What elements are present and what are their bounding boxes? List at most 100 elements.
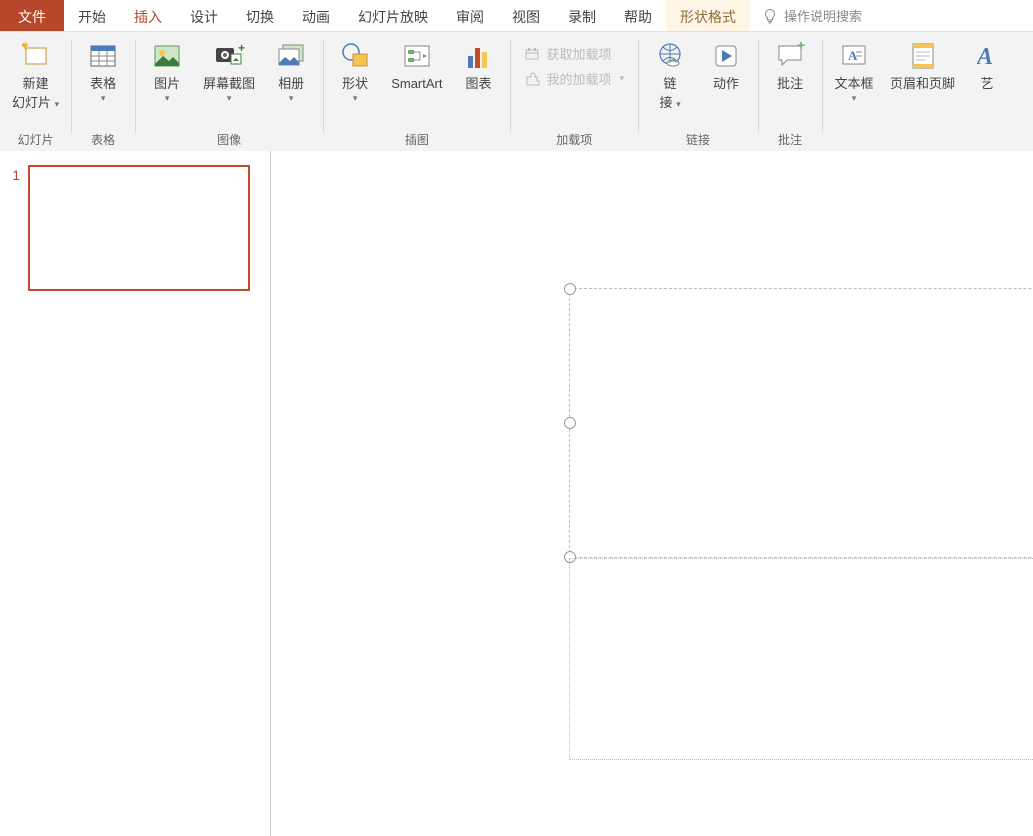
tab-design[interactable]: 设计 — [176, 0, 232, 31]
shapes-button[interactable]: 形状 ▾ — [333, 38, 377, 104]
svg-text:+: + — [797, 40, 805, 53]
screenshot-button[interactable]: + 屏幕截图 ▾ — [201, 38, 257, 104]
group-tables-label: 表格 — [81, 129, 125, 152]
album-caret-icon: ▾ — [289, 93, 294, 104]
new-slide-icon — [20, 40, 52, 72]
group-illustrations-label: 插图 — [333, 129, 500, 152]
screenshot-label: 屏幕截图 — [203, 76, 255, 91]
comment-button[interactable]: + 批注 — [768, 38, 812, 91]
main-area: 1 单击此 — [0, 151, 1033, 836]
link-label-2: 接 ▾ — [659, 95, 680, 112]
tab-transition[interactable]: 切换 — [232, 0, 288, 31]
action-icon — [710, 40, 742, 72]
handle-mid-left[interactable] — [564, 417, 576, 429]
headerfooter-button[interactable]: 页眉和页脚 — [888, 38, 957, 91]
screenshot-caret-icon: ▾ — [227, 93, 232, 104]
shapes-caret-icon: ▾ — [353, 93, 358, 104]
slide-canvas[interactable]: 单击此 — [270, 151, 1033, 836]
store-icon — [524, 46, 540, 62]
link-label-1: 链 — [664, 76, 677, 91]
new-slide-button[interactable]: 新建 幻灯片 ▾ — [10, 38, 61, 112]
group-comments-label: 批注 — [768, 129, 812, 152]
picture-label: 图片 — [154, 76, 180, 91]
slide: 单击此 — [399, 163, 1033, 836]
group-addins-label: 加载项 — [520, 129, 628, 152]
subtitle-placeholder[interactable]: 单击此 — [569, 558, 1033, 760]
powerpoint-window: 文件 开始 插入 设计 切换 动画 幻灯片放映 审阅 视图 录制 帮助 形状格式… — [0, 0, 1033, 836]
my-addins-button[interactable]: 我的加载项 ▾ — [520, 67, 628, 90]
album-icon — [275, 40, 307, 72]
tab-insert[interactable]: 插入 — [120, 0, 176, 31]
tab-help[interactable]: 帮助 — [610, 0, 666, 31]
smartart-icon — [401, 40, 433, 72]
addins-icon — [524, 71, 540, 87]
table-icon — [87, 40, 119, 72]
table-button[interactable]: 表格 ▾ — [81, 38, 125, 104]
tab-animation[interactable]: 动画 — [288, 0, 344, 31]
tab-review[interactable]: 审阅 — [442, 0, 498, 31]
link-button[interactable]: 链 接 ▾ — [648, 38, 692, 112]
tab-file[interactable]: 文件 — [0, 0, 64, 31]
group-images: 图片 ▾ + 屏幕截图 ▾ — [135, 32, 323, 152]
title-placeholder[interactable] — [569, 288, 1033, 558]
slide-canvas-area: 单击此 — [270, 151, 1033, 836]
tab-view[interactable]: 视图 — [498, 0, 554, 31]
tab-shape-format[interactable]: 形状格式 — [666, 0, 750, 31]
svg-text:A: A — [977, 44, 993, 70]
lightbulb-icon — [762, 8, 778, 24]
svg-text:+: + — [238, 41, 245, 55]
tab-slideshow[interactable]: 幻灯片放映 — [344, 0, 442, 31]
new-slide-label-1: 新建 — [23, 76, 49, 91]
smartart-button[interactable]: SmartArt — [389, 38, 444, 91]
picture-caret-icon: ▾ — [165, 93, 170, 104]
tab-home[interactable]: 开始 — [64, 0, 120, 31]
picture-button[interactable]: 图片 ▾ — [145, 38, 189, 104]
picture-icon — [151, 40, 183, 72]
comment-label: 批注 — [777, 76, 803, 91]
action-label: 动作 — [713, 76, 739, 91]
tell-me-search[interactable]: 操作说明搜索 — [762, 0, 862, 31]
group-links: 链 接 ▾ 动作 链接 — [638, 32, 758, 152]
smartart-label: SmartArt — [391, 76, 442, 91]
get-addins-label: 获取加载项 — [546, 44, 611, 63]
wordart-icon: A — [971, 40, 1003, 72]
my-addins-caret-icon: ▾ — [620, 73, 625, 84]
tab-record[interactable]: 录制 — [554, 0, 610, 31]
thumbnail-row: 1 — [8, 165, 260, 291]
table-caret-icon: ▾ — [101, 93, 106, 104]
link-icon — [654, 40, 686, 72]
get-addins-button[interactable]: 获取加载项 — [520, 42, 628, 65]
wordart-label: 艺 — [981, 76, 994, 91]
group-slides-label: 幻灯片 — [10, 129, 61, 152]
group-links-label: 链接 — [648, 129, 748, 152]
chart-button[interactable]: 图表 — [456, 38, 500, 91]
table-label: 表格 — [90, 76, 116, 91]
group-images-label: 图像 — [145, 129, 313, 152]
group-tables: 表格 ▾ 表格 — [71, 32, 135, 152]
group-text: A 文本框 ▾ — [822, 32, 1005, 152]
textbox-label: 文本框 — [835, 76, 874, 91]
ribbon: 新建 幻灯片 ▾ 幻灯片 表格 ▾ — [0, 32, 1033, 153]
screenshot-icon: + — [213, 40, 245, 72]
handle-top-left[interactable] — [564, 283, 576, 295]
textbox-caret-icon: ▾ — [852, 93, 857, 104]
headerfooter-icon — [907, 40, 939, 72]
ribbon-tabs: 文件 开始 插入 设计 切换 动画 幻灯片放映 审阅 视图 录制 帮助 形状格式… — [0, 0, 1033, 32]
shapes-icon — [339, 40, 371, 72]
group-slides: 新建 幻灯片 ▾ 幻灯片 — [0, 32, 71, 152]
wordart-button[interactable]: A 艺 — [969, 38, 1005, 91]
tell-me-placeholder: 操作说明搜索 — [784, 6, 862, 25]
chart-icon — [462, 40, 494, 72]
slide-thumbnails-pane[interactable]: 1 — [0, 151, 270, 836]
album-button[interactable]: 相册 ▾ — [269, 38, 313, 104]
group-illustrations: 形状 ▾ SmartArt — [323, 32, 510, 152]
headerfooter-label: 页眉和页脚 — [890, 76, 955, 91]
chart-label: 图表 — [465, 76, 491, 91]
group-comments: + 批注 批注 — [758, 32, 822, 152]
textbox-icon: A — [838, 40, 870, 72]
action-button[interactable]: 动作 — [704, 38, 748, 91]
textbox-button[interactable]: A 文本框 ▾ — [832, 38, 876, 104]
new-slide-label-2: 幻灯片 ▾ — [12, 95, 59, 112]
thumbnail-slide-1[interactable] — [28, 165, 250, 291]
thumbnail-number: 1 — [8, 165, 20, 183]
